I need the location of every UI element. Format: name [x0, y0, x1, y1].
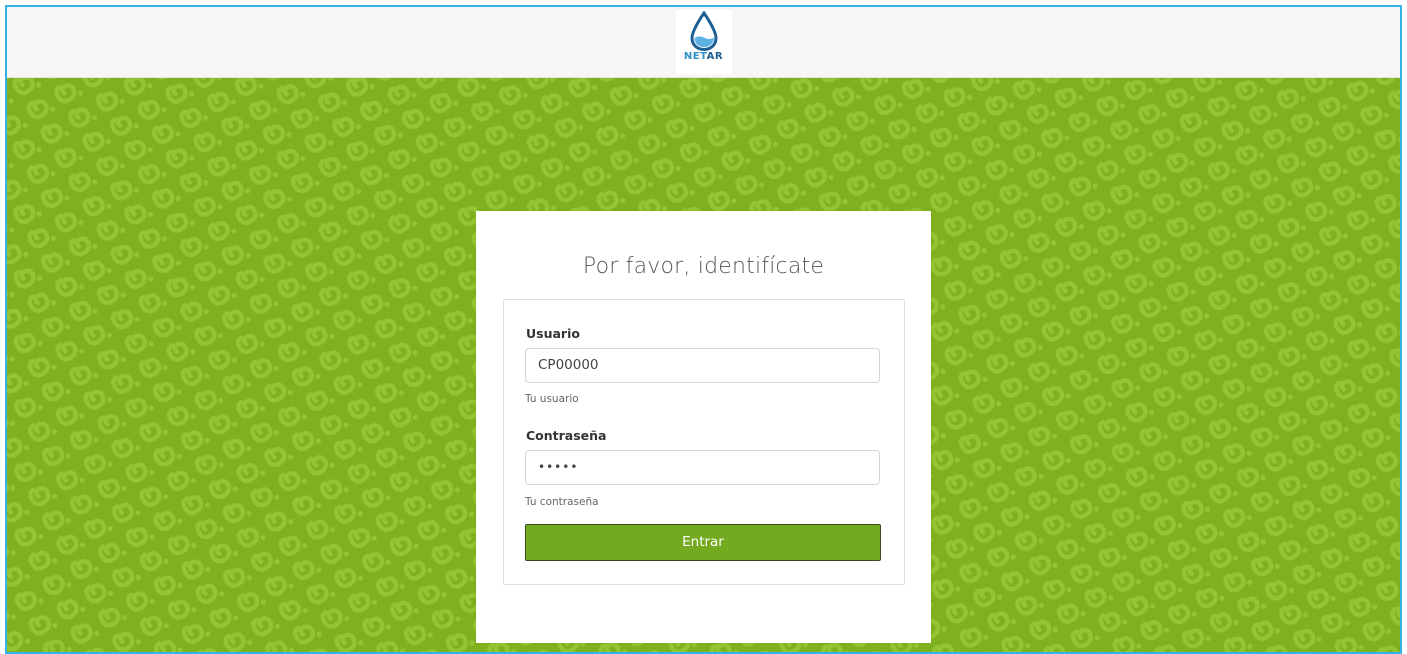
username-help-text: Tu usuario: [525, 393, 579, 405]
login-form: Usuario CP00000 Tu usuario Contraseña ••…: [503, 299, 905, 585]
logo-text-net: NET: [683, 51, 707, 62]
password-label: Contraseña: [526, 428, 607, 443]
login-title: Por favor, identifícate: [582, 254, 825, 279]
top-header: NETAR: [7, 7, 1400, 78]
netar-logo[interactable]: NETAR: [675, 10, 732, 74]
password-input[interactable]: •••••: [525, 450, 880, 485]
browser-frame: NETAR Por favor, identifícate Usuario CP…: [5, 5, 1402, 654]
logo-text: NETAR: [676, 51, 732, 63]
username-input[interactable]: CP00000: [525, 348, 880, 383]
water-drop-icon: [689, 11, 718, 51]
login-card: Por favor, identifícate Usuario CP00000 …: [476, 211, 931, 643]
login-submit-button[interactable]: Entrar: [525, 524, 881, 561]
password-help-text: Tu contraseña: [525, 496, 599, 508]
username-label: Usuario: [526, 326, 580, 341]
logo-text-ar: AR: [706, 51, 724, 62]
